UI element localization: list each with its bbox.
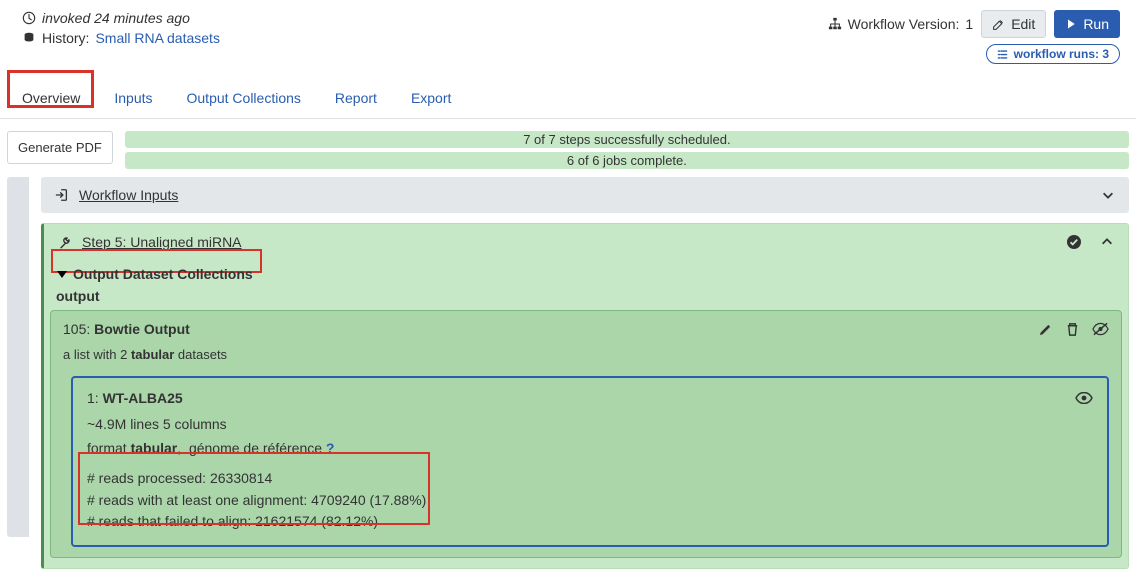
output-collections-header[interactable]: Output Dataset Collections [49,260,1124,288]
workflow-version-label: Workflow Version: 1 [828,16,974,32]
workflow-inputs-title: Workflow Inputs [79,187,1091,203]
dataset-title: 1: WT-ALBA25 [87,390,1075,406]
history-label: History: [42,30,89,46]
output-collections-label: Output Dataset Collections [73,266,253,282]
highlight-overview-tab [7,70,94,108]
disclosure-triangle-icon [57,271,67,278]
clock-icon [22,11,36,25]
wrench-icon [58,235,72,249]
sidebar-strip [7,177,29,537]
dataset-name: WT-ALBA25 [103,390,183,406]
tab-output-collections[interactable]: Output Collections [187,86,301,110]
eye-slash-icon[interactable] [1092,322,1109,337]
eye-icon[interactable] [1075,392,1093,404]
tab-report[interactable]: Report [335,86,377,110]
collection-title: 105: Bowtie Output [63,321,1038,337]
tab-export[interactable]: Export [411,86,451,110]
dataset-index: 1: [87,390,99,406]
play-icon [1065,18,1077,30]
sitemap-icon [828,17,842,31]
collection-index: 105: [63,321,90,337]
tabs-bar: Overview Inputs Output Collections Repor… [0,78,1136,119]
highlight-reads-block [78,452,430,525]
version-prefix: Workflow Version: [848,16,960,32]
runs-badge-text: workflow runs: 3 [1014,47,1109,61]
invoked-time-text: invoked 24 minutes ago [42,10,190,26]
collection-subtitle: a list with 2 tabular datasets [63,347,1109,362]
status-steps: 7 of 7 steps successfully scheduled. [125,131,1129,148]
trash-icon[interactable] [1065,322,1080,337]
tab-inputs[interactable]: Inputs [114,86,152,110]
invoked-time-row: invoked 24 minutes ago [22,10,220,26]
chevron-up-icon[interactable] [1100,235,1114,249]
edit-icon [992,18,1005,31]
history-icon [22,31,36,45]
history-link[interactable]: Small RNA datasets [95,30,220,46]
version-number: 1 [965,16,973,32]
status-jobs: 6 of 6 jobs complete. [125,152,1129,169]
list-icon [997,49,1008,60]
workflow-runs-badge[interactable]: workflow runs: 3 [986,44,1120,64]
run-button-label: Run [1083,16,1109,32]
check-circle-icon [1066,234,1082,250]
dataset-lines-cols: ~4.9M lines 5 columns [87,416,1093,432]
chevron-down-icon[interactable] [1101,188,1115,202]
edit-button[interactable]: Edit [981,10,1046,38]
output-key-label: output [48,288,1124,310]
sign-in-icon [55,188,69,202]
pencil-icon[interactable] [1038,322,1053,337]
workflow-inputs-panel-header[interactable]: Workflow Inputs [41,177,1129,213]
generate-pdf-button[interactable]: Generate PDF [7,131,113,164]
step-title: Step 5: Unaligned miRNA [82,234,1056,250]
collection-name: Bowtie Output [94,321,190,337]
run-button[interactable]: Run [1054,10,1120,38]
edit-button-label: Edit [1011,16,1035,32]
